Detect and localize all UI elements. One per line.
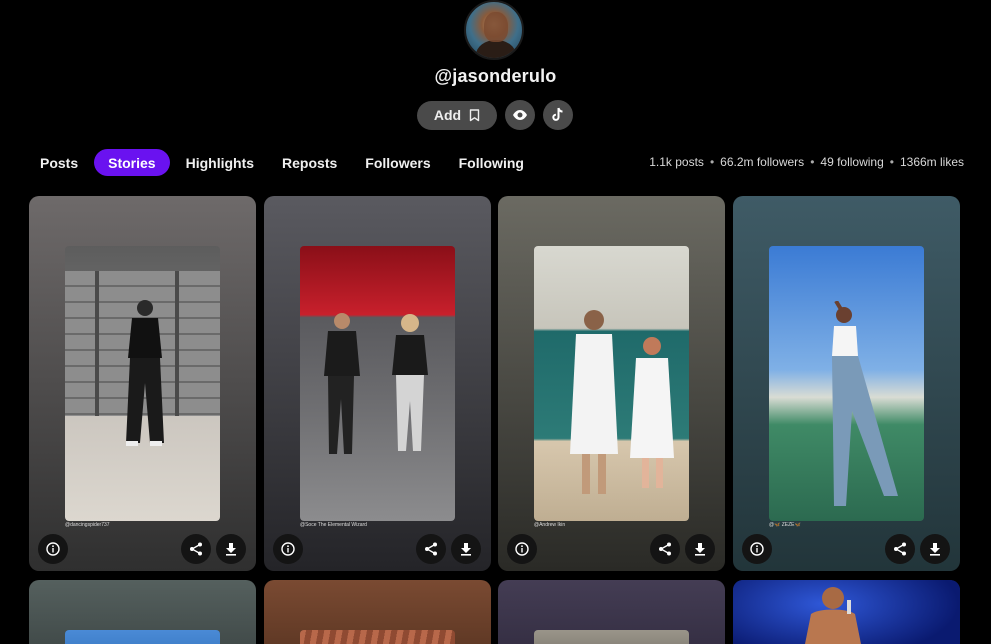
eye-icon bbox=[513, 110, 527, 120]
info-icon bbox=[750, 542, 764, 556]
info-icon bbox=[515, 542, 529, 556]
posts-count: 1.1k posts bbox=[649, 155, 704, 169]
info-icon bbox=[46, 542, 60, 556]
following-count: 49 following bbox=[820, 155, 884, 169]
watch-button[interactable] bbox=[505, 100, 535, 130]
download-button[interactable] bbox=[216, 534, 246, 564]
story-credit: @🦋 ZEZE🦋 bbox=[769, 522, 801, 528]
share-button[interactable] bbox=[181, 534, 211, 564]
story-image[interactable] bbox=[65, 246, 220, 521]
add-button-label: Add bbox=[433, 107, 462, 123]
story-card[interactable]: @🦋 ZEZE🦋 bbox=[733, 196, 960, 571]
likes-count: 1366m likes bbox=[899, 155, 964, 169]
two-people-figure bbox=[324, 313, 428, 454]
share-icon bbox=[894, 542, 906, 556]
tab-highlights[interactable]: Highlights bbox=[174, 149, 266, 176]
dancer-figure bbox=[126, 300, 164, 446]
separator-dot: • bbox=[709, 155, 715, 169]
profile-tabs: Posts Stories Highlights Reposts Followe… bbox=[28, 149, 540, 176]
story-image[interactable] bbox=[534, 630, 689, 644]
profile-actions: Add bbox=[417, 100, 573, 130]
info-button[interactable] bbox=[273, 534, 303, 564]
profile-stats: 1.1k posts • 66.2m followers • 49 following •… bbox=[649, 155, 964, 169]
separator-dot: • bbox=[889, 155, 894, 169]
story-image[interactable] bbox=[300, 246, 455, 521]
story-card[interactable] bbox=[498, 580, 725, 644]
couple-in-robes-figure bbox=[570, 310, 674, 494]
download-icon bbox=[226, 543, 236, 556]
door-rail bbox=[95, 271, 99, 416]
tab-following[interactable]: Following bbox=[447, 149, 536, 176]
story-card[interactable] bbox=[733, 580, 960, 644]
share-icon bbox=[659, 542, 671, 556]
download-icon bbox=[461, 543, 471, 556]
performer-figure bbox=[805, 587, 861, 644]
story-image[interactable] bbox=[769, 246, 924, 521]
tab-followers[interactable]: Followers bbox=[353, 149, 442, 176]
followers-count: 66.2m followers bbox=[720, 155, 805, 169]
story-card[interactable] bbox=[264, 580, 491, 644]
info-button[interactable] bbox=[742, 534, 772, 564]
story-card[interactable] bbox=[29, 580, 256, 644]
tiktok-icon bbox=[552, 107, 563, 121]
tab-stories[interactable]: Stories bbox=[94, 149, 170, 176]
download-button[interactable] bbox=[920, 534, 950, 564]
share-icon bbox=[190, 542, 202, 556]
download-button[interactable] bbox=[451, 534, 481, 564]
story-credit: @Andrew Ikin bbox=[534, 522, 566, 528]
story-image[interactable] bbox=[300, 630, 455, 644]
jumping-woman-figure bbox=[832, 301, 898, 506]
story-image[interactable] bbox=[65, 630, 220, 644]
download-icon bbox=[695, 543, 705, 556]
story-card[interactable]: @Soce The Elemental Wizard bbox=[264, 196, 491, 571]
profile-username: @jasonderulo bbox=[434, 66, 557, 86]
share-button[interactable] bbox=[885, 534, 915, 564]
story-card[interactable]: @Andrew Ikin bbox=[498, 196, 725, 571]
bookmark-icon bbox=[469, 108, 480, 121]
profile-avatar[interactable] bbox=[464, 0, 524, 60]
tab-posts[interactable]: Posts bbox=[28, 149, 90, 176]
info-button[interactable] bbox=[507, 534, 537, 564]
story-card[interactable]: @dancingspider737 bbox=[29, 196, 256, 571]
download-icon bbox=[930, 543, 940, 556]
story-image[interactable] bbox=[534, 246, 689, 521]
door-rail bbox=[175, 271, 179, 416]
story-credit: @Soce The Elemental Wizard bbox=[300, 522, 367, 528]
info-icon bbox=[281, 542, 295, 556]
add-button[interactable]: Add bbox=[417, 100, 497, 130]
tab-reposts[interactable]: Reposts bbox=[270, 149, 349, 176]
tiktok-button[interactable] bbox=[543, 100, 573, 130]
story-credit: @dancingspider737 bbox=[65, 522, 110, 528]
share-button[interactable] bbox=[650, 534, 680, 564]
separator-dot: • bbox=[810, 155, 815, 169]
share-icon bbox=[425, 542, 437, 556]
download-button[interactable] bbox=[685, 534, 715, 564]
share-button[interactable] bbox=[416, 534, 446, 564]
info-button[interactable] bbox=[38, 534, 68, 564]
